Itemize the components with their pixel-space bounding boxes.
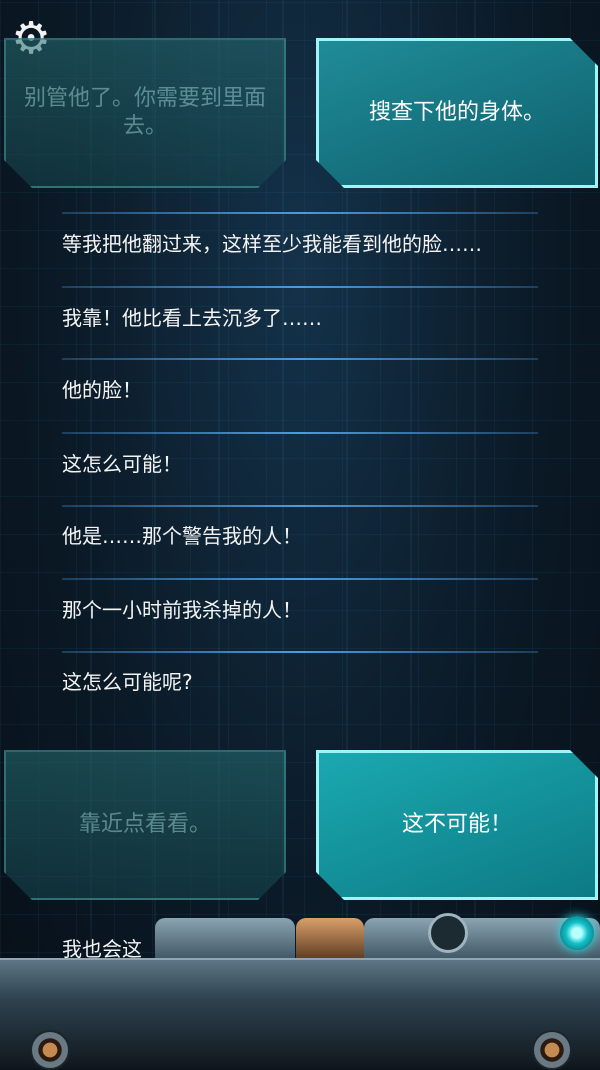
choice-button-search-body[interactable]: 搜查下他的身体。 bbox=[316, 38, 598, 188]
panel-cap bbox=[155, 918, 295, 960]
separator bbox=[62, 651, 538, 653]
separator bbox=[62, 212, 538, 214]
separator bbox=[62, 505, 538, 507]
choice-button-leave-him[interactable]: 别管他了。你需要到里面去。 bbox=[4, 38, 286, 188]
choice-label: 这不可能！ bbox=[401, 812, 512, 837]
message-line: 这怎么可能呢? bbox=[62, 670, 193, 694]
message-line: 他是……那个警告我的人！ bbox=[62, 524, 302, 548]
gauge-icon bbox=[428, 913, 468, 953]
indicator-light-icon bbox=[560, 916, 594, 950]
message-line: 他的脸！ bbox=[62, 378, 142, 402]
separator bbox=[62, 358, 538, 360]
knob-icon bbox=[532, 1030, 572, 1070]
separator bbox=[62, 578, 538, 580]
choice-label: 别管他了。你需要到里面去。 bbox=[24, 86, 267, 139]
panel-wires bbox=[296, 918, 364, 960]
message-line: 那个一小时前我杀掉的人！ bbox=[62, 598, 302, 622]
choice-button-look-closer[interactable]: 靠近点看看。 bbox=[4, 750, 286, 900]
choice-label: 搜查下他的身体。 bbox=[368, 100, 545, 125]
choice-button-impossible[interactable]: 这不可能！ bbox=[316, 750, 598, 900]
device-panel bbox=[0, 910, 600, 1070]
choice-label: 靠近点看看。 bbox=[78, 812, 211, 837]
message-line: 我靠！他比看上去沉多了…… bbox=[62, 306, 322, 330]
separator bbox=[62, 432, 538, 434]
message-line: 等我把他翻过来，这样至少我能看到他的脸…… bbox=[62, 232, 482, 256]
separator bbox=[62, 286, 538, 288]
panel-base bbox=[0, 958, 600, 1069]
knob-icon bbox=[30, 1030, 70, 1070]
message-line: 这怎么可能！ bbox=[62, 452, 182, 476]
